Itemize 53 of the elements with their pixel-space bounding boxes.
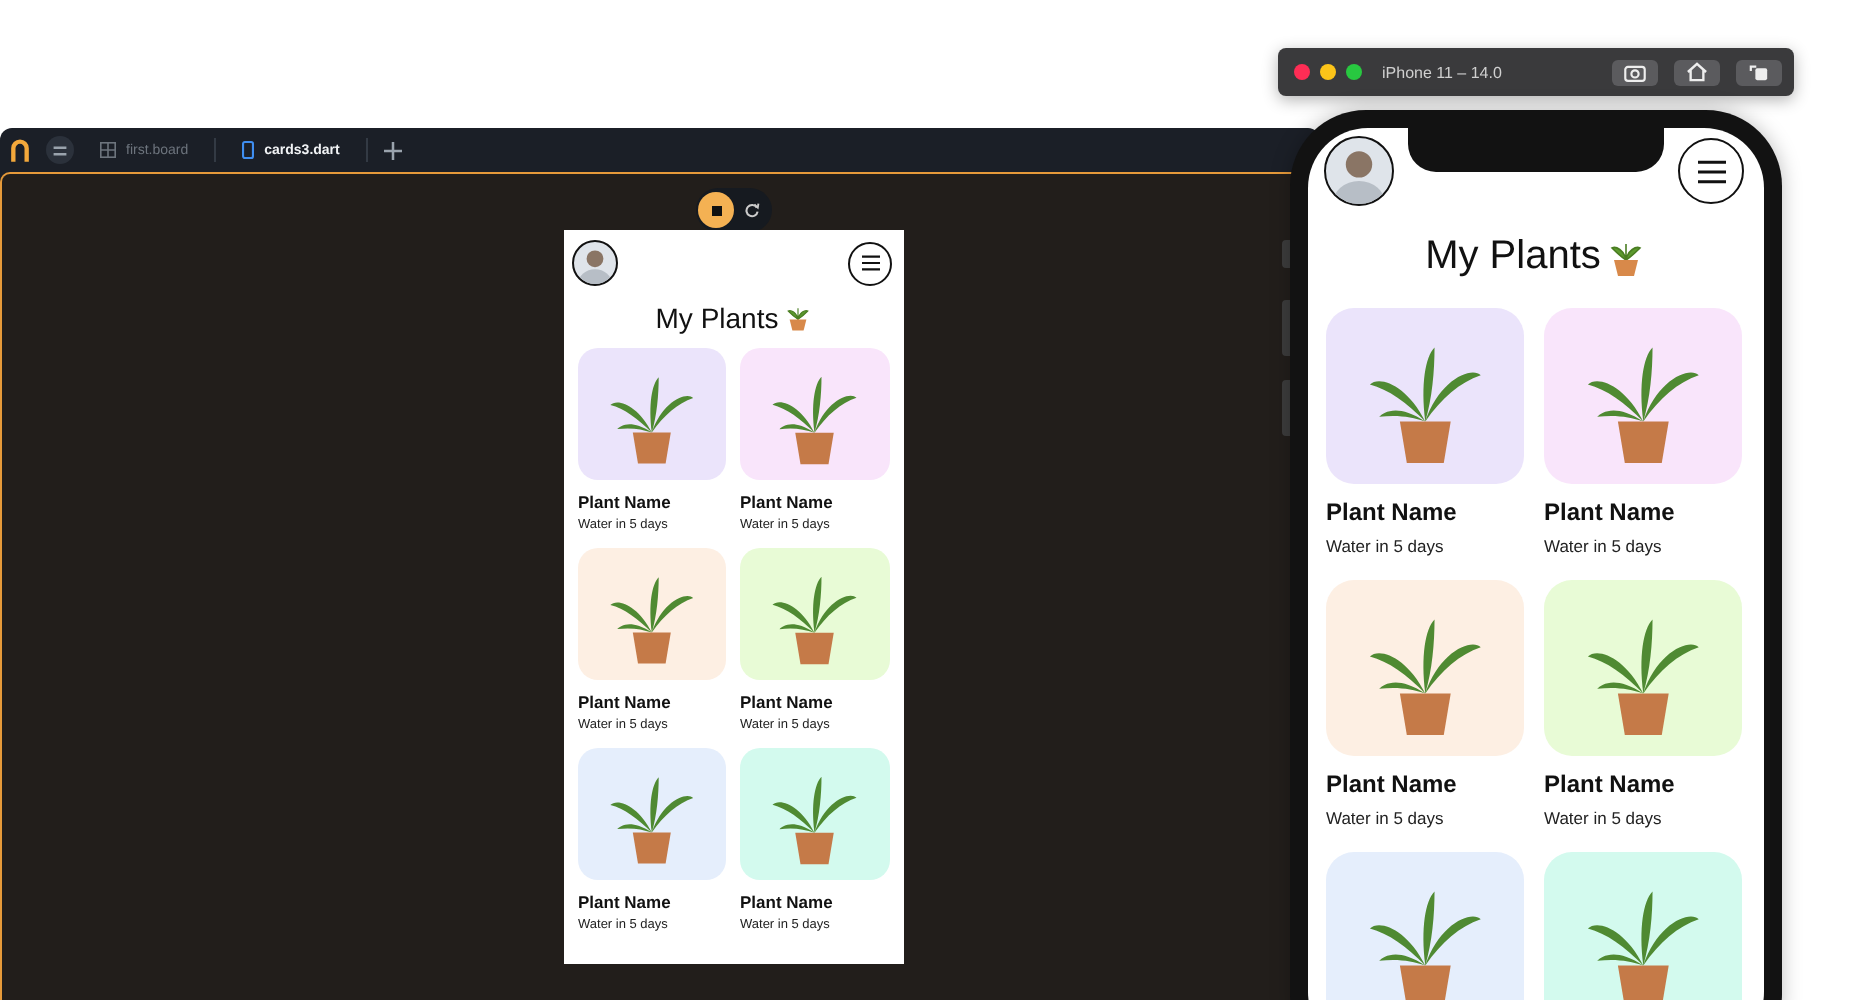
- menu-icon: [52, 143, 68, 157]
- plant-card-image[interactable]: [1326, 580, 1524, 756]
- rotate-icon: [1748, 62, 1770, 82]
- menu-button[interactable]: [1678, 138, 1744, 204]
- plant-name: Plant Name: [740, 492, 835, 512]
- plant-card-image[interactable]: [1326, 852, 1524, 1000]
- stop-button[interactable]: [698, 192, 734, 228]
- plant-card-image[interactable]: [740, 348, 890, 480]
- plant-name: Plant Name: [1544, 770, 1677, 798]
- plant-name: Plant Name: [740, 692, 835, 712]
- plant-card-image[interactable]: [1544, 308, 1742, 484]
- simulator-title: iPhone 11 – 14.0: [1382, 63, 1502, 81]
- maximize-button[interactable]: [1346, 64, 1362, 80]
- plant-card-image[interactable]: [740, 748, 890, 880]
- plant-card-image[interactable]: [1544, 852, 1742, 1000]
- potted-plant-icon: [784, 304, 813, 332]
- grid-icon: [100, 142, 116, 158]
- plant-card-image[interactable]: [578, 748, 726, 880]
- plant-name: Plant Name: [1544, 498, 1677, 526]
- menu-button[interactable]: [46, 136, 74, 164]
- plant-card-image[interactable]: [578, 348, 726, 480]
- camera-icon: [1624, 63, 1646, 81]
- plant-watering-text: Water in 5 days: [1326, 536, 1446, 556]
- home-button[interactable]: [1674, 59, 1720, 85]
- plant-card-image[interactable]: [740, 548, 890, 680]
- menu-icon: [1693, 157, 1729, 185]
- rotate-button[interactable]: [1736, 59, 1782, 85]
- minimize-button[interactable]: [1320, 64, 1336, 80]
- page-title: My Plants: [655, 302, 779, 334]
- home-icon: [1686, 62, 1708, 82]
- plant-name: Plant Name: [1326, 498, 1459, 526]
- close-button[interactable]: [1294, 64, 1310, 80]
- plant-watering-text: Water in 5 days: [1544, 808, 1664, 828]
- page-title: My Plants: [1425, 234, 1601, 280]
- plant-card-image[interactable]: [1326, 308, 1524, 484]
- add-tab-icon[interactable]: [383, 141, 402, 159]
- avatar[interactable]: [1324, 136, 1394, 206]
- plant-name: Plant Name: [578, 692, 673, 712]
- menu-button[interactable]: [848, 241, 892, 285]
- plant-card-image[interactable]: [1544, 580, 1742, 756]
- screenshot-button[interactable]: [1612, 59, 1658, 85]
- plant-name: Plant Name: [578, 892, 673, 912]
- plant-watering-text: Water in 5 days: [1544, 536, 1664, 556]
- plant-name: Plant Name: [740, 892, 835, 912]
- plant-card-image[interactable]: [578, 548, 726, 680]
- plant-name: Plant Name: [1326, 770, 1459, 798]
- phone-icon: [242, 140, 255, 160]
- plant-watering-text: Water in 5 days: [1326, 808, 1446, 828]
- plant-name: Plant Name: [578, 492, 673, 512]
- refresh-icon[interactable]: [744, 202, 760, 218]
- logo-icon: [10, 138, 30, 162]
- avatar[interactable]: [572, 240, 618, 286]
- menu-icon: [859, 254, 881, 272]
